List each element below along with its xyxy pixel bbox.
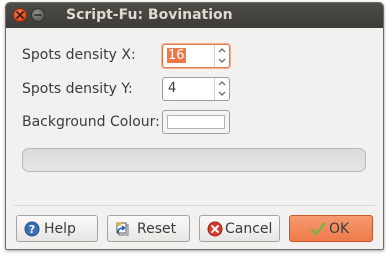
window-title: Script-Fu: Bovination xyxy=(66,7,233,23)
spots-density-y-input[interactable]: 4 xyxy=(167,81,177,96)
ok-button[interactable]: OK xyxy=(289,215,373,242)
title-bar[interactable]: Script-Fu: Bovination xyxy=(6,3,383,28)
cancel-button[interactable]: Cancel xyxy=(199,215,280,242)
cancel-label: Cancel xyxy=(225,221,273,237)
close-button[interactable] xyxy=(13,8,27,22)
colour-swatch xyxy=(167,115,225,129)
spots-density-y-spinner[interactable]: 4 xyxy=(162,77,230,101)
minimize-icon xyxy=(34,14,42,16)
reset-label: Reset xyxy=(137,221,177,237)
reset-icon xyxy=(116,222,129,236)
progress-bar xyxy=(22,148,366,172)
reset-button[interactable]: Reset xyxy=(107,215,190,242)
help-icon: ? xyxy=(24,221,40,237)
spin-down-icon[interactable] xyxy=(218,56,226,65)
spots-density-y-label: Spots density Y: xyxy=(22,81,133,97)
cancel-icon xyxy=(207,221,223,237)
help-button[interactable]: ? Help xyxy=(16,215,98,242)
close-icon xyxy=(16,11,24,19)
spots-density-x-label: Spots density X: xyxy=(22,47,136,63)
separator xyxy=(14,205,375,206)
background-colour-button[interactable] xyxy=(162,110,230,134)
help-label: Help xyxy=(44,221,76,237)
spots-density-x-input[interactable]: 16 xyxy=(167,48,186,63)
dialog-window: Script-Fu: Bovination Spots density X: 1… xyxy=(5,2,384,250)
checkmark-icon xyxy=(310,222,326,236)
spinner-arrows xyxy=(214,78,229,100)
spinner-arrows xyxy=(214,45,229,67)
svg-text:?: ? xyxy=(29,223,35,236)
spots-density-x-spinner[interactable]: 16 xyxy=(162,44,230,68)
spin-up-icon[interactable] xyxy=(218,79,226,88)
spin-down-icon[interactable] xyxy=(218,89,226,98)
ok-label: OK xyxy=(329,221,350,237)
spin-up-icon[interactable] xyxy=(218,46,226,55)
background-colour-label: Background Colour: xyxy=(22,114,160,130)
minimize-button[interactable] xyxy=(31,8,45,22)
